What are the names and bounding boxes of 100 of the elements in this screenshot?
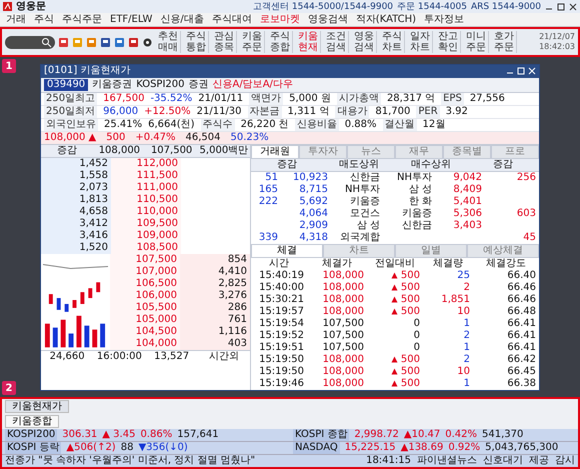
search-icon (41, 36, 52, 48)
ask-quantity: 1,558 (41, 170, 111, 182)
bid-price: 106,500 (110, 278, 180, 290)
table-cell-text: 5,401 (452, 196, 483, 208)
column-header: 체결량 (432, 258, 464, 270)
toolbar-button[interactable]: 키움 현재 (296, 31, 321, 53)
settings-icon[interactable] (142, 36, 153, 48)
ask-price: 111,000 (111, 182, 181, 194)
tab[interactable]: 종목별 (443, 144, 491, 158)
table-cell-text: 15:19:52 (258, 330, 305, 342)
menu-item[interactable]: 주식주문 (58, 13, 106, 26)
ticker-value: 0.42% (445, 429, 478, 441)
column-header: 108,000 (98, 144, 142, 156)
table-cell-text: 25 (456, 270, 471, 282)
table-cell-text: 0 (412, 330, 421, 342)
info-cell: 28,317 억 (386, 92, 436, 104)
info-cell: +12.50% (144, 106, 191, 118)
toolbar-button[interactable]: 조건 검색 (324, 31, 349, 53)
tab[interactable]: 투자자 (299, 144, 347, 158)
news-headline[interactable]: 전종가 "뭇 속하자 '우월주의' 미준서, 정치 절멸 멈췄나" (5, 455, 256, 467)
info-cell-label: 결산월 (382, 118, 417, 130)
table-cell-text: 66.38 (506, 378, 537, 390)
toolbar-button[interactable]: 잔고 확인 (436, 31, 461, 53)
toolbar-button[interactable]: 키움 주문 (240, 31, 265, 53)
table-cell-text: 3,403 (452, 220, 483, 232)
toolbar-button[interactable]: 미니 주문 (464, 31, 489, 53)
toolbar-button[interactable]: 영웅 검색 (352, 31, 377, 53)
close-icon[interactable] (569, 2, 577, 10)
menu-item[interactable]: 주식 (30, 13, 58, 26)
toolbar-tool-icon[interactable] (128, 36, 139, 48)
toolbar-tool-icon[interactable] (114, 36, 125, 48)
table-cell: 500 (367, 306, 423, 318)
table-cell-text: 107,500 (322, 342, 365, 354)
footer-cell-text: 13,527 (153, 350, 190, 362)
table-cell-text: 222 (258, 196, 279, 208)
table-cell-text: 4,318 (298, 232, 329, 244)
search-field[interactable] (5, 36, 55, 48)
toolbar-button[interactable]: 추천 매매 (156, 31, 181, 53)
ticker-value: 15,225.15 (344, 442, 396, 454)
toolbar-button[interactable]: 주식 차트 (380, 31, 405, 53)
ticker-value: ▼356(↓0) (138, 442, 188, 454)
toolbar-tool-icon[interactable] (58, 36, 69, 48)
info-cell: 5,000 원 (289, 92, 331, 104)
info-cell-label: 250일최고 (44, 92, 98, 104)
maximize-icon[interactable] (557, 2, 565, 10)
tab[interactable]: 프로 (491, 144, 539, 158)
menu-item[interactable]: 영웅검색 (304, 13, 352, 26)
table-cell-text: 108,000 (322, 294, 365, 306)
toolbar-button[interactable]: 일자 차트 (408, 31, 433, 53)
menu-item[interactable]: ETF/ELW (106, 13, 156, 26)
table-cell-text: 66.42 (506, 354, 537, 366)
tab[interactable]: 예상체결 (467, 244, 539, 256)
info-cell: 3.92 (446, 106, 468, 118)
table-cell-text: 51 (264, 172, 279, 184)
menu-item[interactable]: 신용/대출 (156, 13, 208, 26)
toolbar-button[interactable]: 주식 통합 (184, 31, 209, 53)
menu-item[interactable]: 적자(KATCH) (352, 13, 420, 26)
price-cell: 46,504 (185, 132, 220, 144)
menu-item[interactable]: 로보마켓 (256, 13, 304, 26)
menu-item[interactable]: 거래 (2, 13, 30, 26)
tab[interactable]: 일별 (395, 244, 467, 256)
ticker-name: NASDAQ (293, 442, 340, 454)
table-cell-text: NH투자 (344, 184, 381, 196)
table-cell-text: 8,715 (298, 184, 329, 196)
tab[interactable]: 키움종합 (5, 415, 59, 428)
ask-price: 111,500 (111, 170, 181, 182)
price-cell: 500 (106, 132, 126, 144)
menu-item[interactable]: 주식대여 (208, 13, 256, 26)
toolbar-button[interactable]: 호가 주문 (492, 31, 517, 53)
toolbar-button[interactable]: 관심 종목 (212, 31, 237, 53)
tab[interactable]: 체결 (251, 244, 323, 256)
tab[interactable]: 차트 (323, 244, 395, 256)
info-cell: 6,664(천) (148, 118, 195, 130)
ticker-value: 157,641 (177, 429, 219, 441)
menu-item[interactable]: 투자정보 (420, 13, 468, 26)
ticker-name: KOSPI 종합 (293, 429, 350, 441)
tab[interactable]: 재무 (395, 144, 443, 158)
info-cell-label: PER (416, 106, 440, 118)
ask-quantity: 1,452 (41, 158, 111, 170)
table-cell-text: 107,500 (322, 318, 365, 330)
table-cell-text: 15:40:19 (258, 270, 305, 282)
stock-code-field[interactable]: 039490 (44, 78, 88, 90)
table-cell-text: 4,064 (298, 208, 329, 220)
tab[interactable]: 뉴스 (347, 144, 395, 158)
ask-quantity: 3,412 (41, 218, 111, 230)
toolbar-button[interactable]: 주식 종합 (268, 31, 293, 53)
info-cell-label: EPS (441, 92, 464, 104)
ticker-value: ▲10.47 (404, 429, 440, 441)
table-cell-text: 2,909 (298, 220, 329, 232)
tab[interactable]: 거래원 (251, 144, 299, 158)
tab[interactable]: 키움현재가 (5, 400, 69, 413)
table-cell-text: 339 (258, 232, 279, 244)
ticker-name: KOSPI 등락 (5, 442, 62, 454)
info-cell: 1,311 억 (288, 106, 330, 118)
table-cell-text: 108,000 (322, 306, 365, 318)
info-cell: 96,000 (103, 106, 138, 118)
table-cell-text: 45 (522, 232, 537, 244)
toolbar-tool-icon[interactable] (100, 36, 111, 48)
ticker-value: 306.31 (62, 429, 98, 441)
column-header: 체결가 (321, 258, 353, 270)
